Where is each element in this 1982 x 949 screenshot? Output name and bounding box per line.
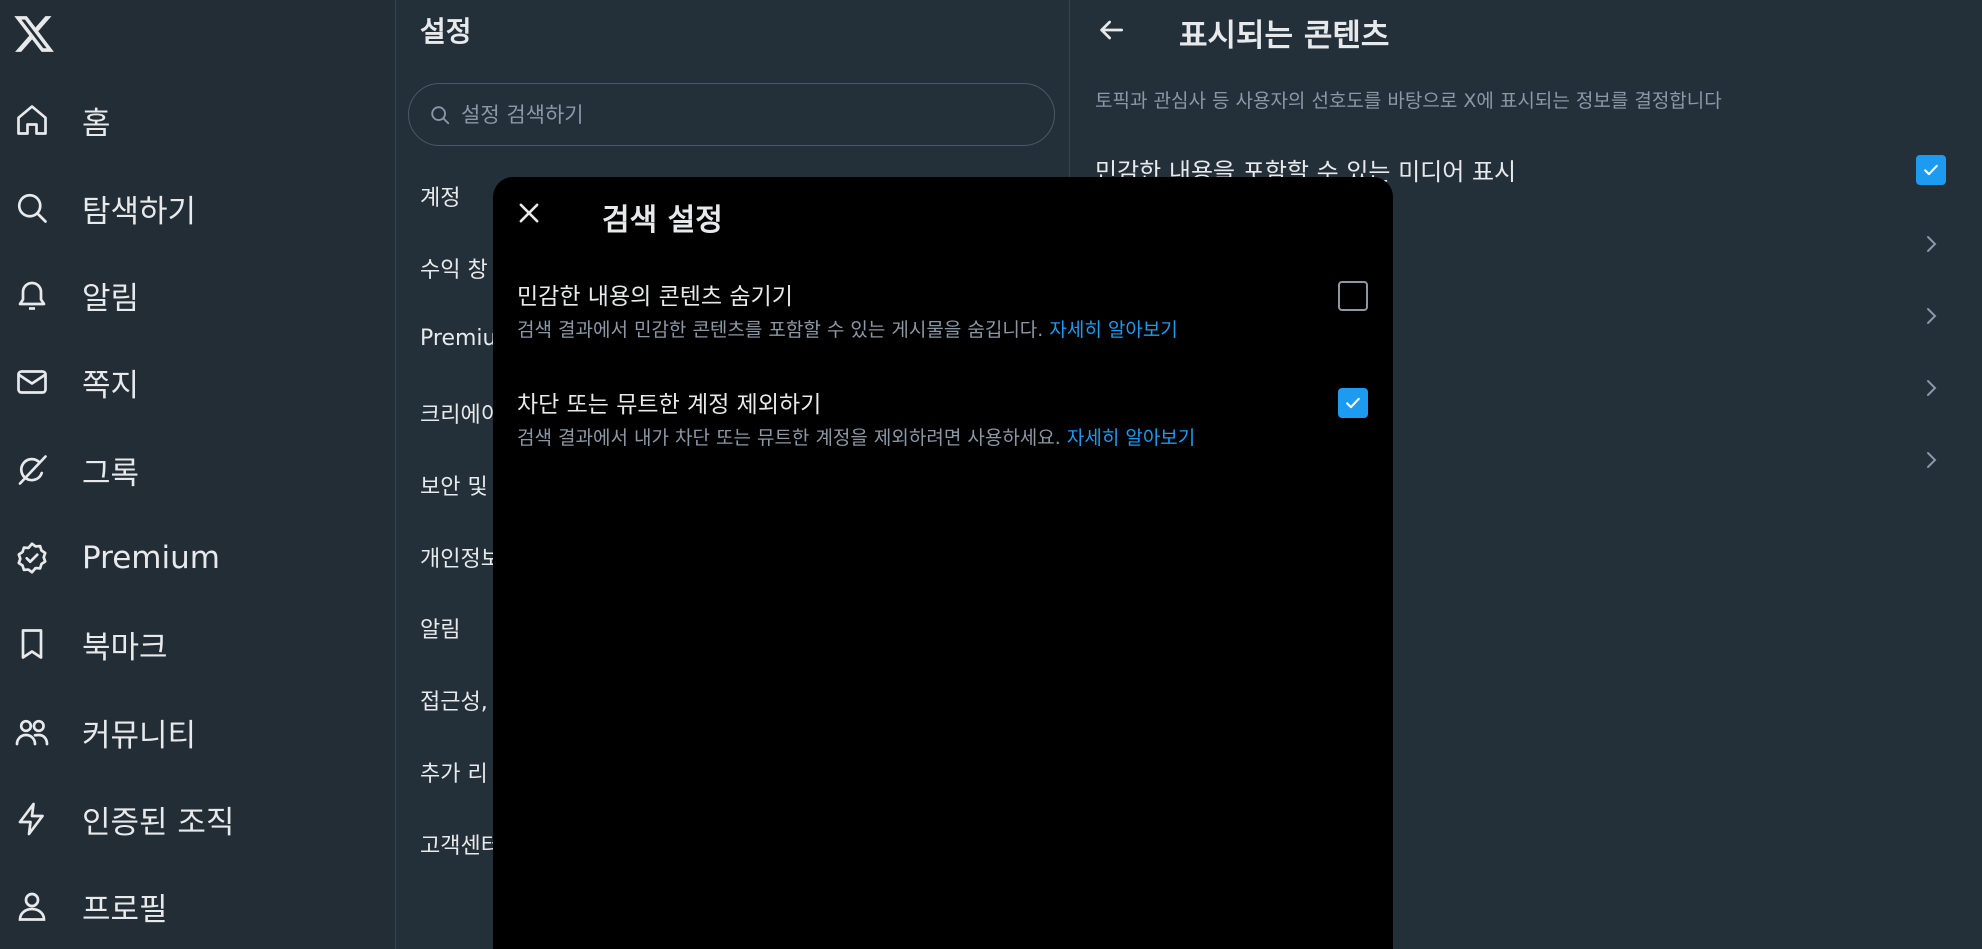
exclude-blocked-description: 검색 결과에서 내가 차단 또는 뮤트한 계정을 제외하려면 사용하세요. 자세…	[517, 423, 1195, 450]
settings-item-notifications[interactable]: 알림	[420, 612, 460, 644]
hide-sensitive-desc-text: 검색 결과에서 민감한 콘텐츠를 포함할 수 있는 게시물을 숨깁니다.	[517, 319, 1044, 341]
search-icon	[431, 105, 450, 124]
hide-sensitive-checkbox[interactable]	[1338, 281, 1368, 311]
close-icon[interactable]	[515, 199, 543, 227]
learn-more-link[interactable]: 자세히 알아보기	[1049, 319, 1177, 341]
nav-label-messages: 쪽지	[82, 367, 140, 404]
settings-item-creator[interactable]: 크리에이	[420, 397, 501, 429]
checkmark-icon	[1924, 164, 1938, 176]
nav-item-profile[interactable]: 프로필	[14, 878, 168, 934]
settings-item-account[interactable]: 계정	[420, 180, 460, 212]
nav-item-bookmarks[interactable]: 북마크	[14, 616, 168, 672]
home-icon	[17, 105, 47, 135]
sensitive-media-checkbox[interactable]	[1916, 155, 1946, 185]
settings-item-help-center[interactable]: 고객센터	[420, 828, 501, 860]
nav-label-verified-orgs: 인증된 조직	[82, 804, 235, 841]
nav-label-explore: 탐색하기	[82, 193, 197, 230]
x-logo-icon[interactable]	[12, 12, 56, 56]
settings-item-premium[interactable]: Premiu	[420, 326, 496, 351]
nav-item-notifications[interactable]: 알림	[14, 267, 139, 323]
nav-item-grok[interactable]: 그록	[14, 442, 139, 498]
nav-label-bookmarks: 북마크	[82, 629, 168, 666]
nav-item-verified-orgs[interactable]: 인증된 조직	[14, 791, 234, 847]
nav-item-communities[interactable]: 커뮤니티	[14, 704, 196, 760]
detail-description: 토픽과 관심사 등 사용자의 선호도를 바탕으로 X에 표시되는 정보를 결정합…	[1095, 90, 1722, 112]
settings-item-privacy[interactable]: 개인정보	[420, 541, 501, 573]
people-icon	[15, 719, 49, 746]
primary-nav: 홈 탐색하기 알림 쪽지 그록 Premium 북마크 커뮤니티 인증된 조직 …	[0, 0, 396, 949]
settings-item-additional-resources[interactable]: 추가 리	[420, 756, 488, 788]
bookmark-icon	[21, 629, 43, 659]
settings-item-security[interactable]: 보안 및	[420, 469, 488, 501]
mail-icon	[17, 370, 47, 394]
back-arrow-icon[interactable]	[1095, 14, 1127, 46]
lightning-icon	[18, 802, 44, 836]
nav-label-profile: 프로필	[82, 891, 168, 928]
detail-title: 표시되는 콘텐츠	[1179, 18, 1390, 54]
settings-item-monetization[interactable]: 수익 창	[420, 252, 488, 284]
chevron-right-icon[interactable]	[1919, 304, 1943, 328]
hide-sensitive-label: 민감한 내용의 콘텐츠 숨기기	[517, 284, 793, 310]
exclude-blocked-desc-text: 검색 결과에서 내가 차단 또는 뮤트한 계정을 제외하려면 사용하세요.	[517, 427, 1061, 449]
modal-title: 검색 설정	[602, 203, 723, 238]
nav-item-messages[interactable]: 쪽지	[14, 354, 139, 410]
chevron-right-icon[interactable]	[1919, 232, 1943, 256]
nav-label-grok: 그록	[82, 455, 140, 492]
chevron-right-icon[interactable]	[1919, 448, 1943, 472]
nav-label-notifications: 알림	[82, 280, 140, 317]
nav-item-home[interactable]: 홈	[14, 92, 111, 148]
settings-title: 설정	[420, 15, 472, 48]
exclude-blocked-checkbox[interactable]	[1338, 388, 1368, 418]
search-settings-modal: 검색 설정 민감한 내용의 콘텐츠 숨기기 검색 결과에서 민감한 콘텐츠를 포…	[493, 177, 1393, 949]
exclude-blocked-label: 차단 또는 뮤트한 계정 제외하기	[517, 392, 822, 418]
bell-icon	[18, 281, 46, 310]
chevron-right-icon[interactable]	[1919, 376, 1943, 400]
verified-badge-icon	[17, 542, 47, 574]
nav-label-communities: 커뮤니티	[82, 717, 197, 754]
settings-item-accessibility[interactable]: 접근성,	[420, 684, 488, 716]
person-icon	[18, 892, 46, 921]
nav-label-home: 홈	[82, 105, 111, 142]
checkmark-icon	[1346, 397, 1360, 409]
settings-search-box[interactable]	[408, 83, 1055, 146]
hide-sensitive-description: 검색 결과에서 민감한 콘텐츠를 포함할 수 있는 게시물을 숨깁니다. 자세히…	[517, 315, 1178, 342]
nav-label-premium: Premium	[82, 540, 220, 576]
nav-item-premium[interactable]: Premium	[14, 530, 220, 586]
settings-search-input[interactable]	[461, 102, 1021, 127]
grok-icon	[18, 455, 47, 485]
search-icon	[17, 193, 47, 223]
nav-item-explore[interactable]: 탐색하기	[14, 180, 196, 236]
learn-more-link[interactable]: 자세히 알아보기	[1067, 427, 1195, 449]
